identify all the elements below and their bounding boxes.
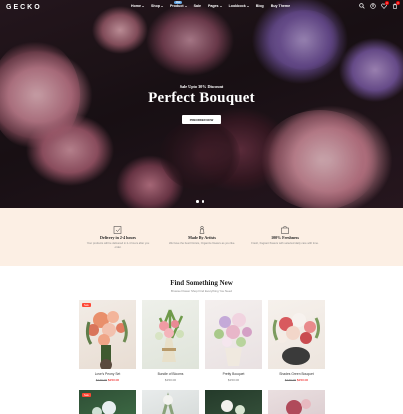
product-price: $170.00 $150.00 xyxy=(268,378,325,382)
heart-icon[interactable]: 0 xyxy=(381,1,389,9)
feature-title: Delivery in 2-4 hours xyxy=(100,235,136,240)
nav-item-blog[interactable]: Blog xyxy=(256,4,264,8)
feature-artists: Made By Artists We have the best Florist… xyxy=(162,222,242,246)
old-price: $170.00 xyxy=(284,377,297,382)
product-image[interactable] xyxy=(142,300,199,369)
product-image[interactable] xyxy=(268,390,325,414)
bouquet-image xyxy=(155,309,184,362)
main-nav: Home Shop Hot Product Sale Pages Lookbook… xyxy=(131,1,297,8)
leaf-box-icon xyxy=(280,222,290,234)
feature-desc: We have the best Florists, Organize flow… xyxy=(168,241,236,245)
slider-dot[interactable] xyxy=(201,200,204,203)
product-image[interactable] xyxy=(205,390,262,414)
product-name[interactable]: Shades Green Bouquet xyxy=(268,372,325,376)
product-price: $150.00 xyxy=(227,377,240,382)
feature-desc: Fresh, fragrant flowers with selected da… xyxy=(251,241,319,245)
wishlist-count: 0 xyxy=(385,1,389,5)
product-card[interactable]: Shades Green Bouquet $170.00 $150.00 xyxy=(268,300,325,382)
hero-subtitle: Sale Upto 30% Discount xyxy=(179,84,224,89)
sale-price: $150.00 xyxy=(107,377,120,382)
product-card[interactable]: Sale Love's Peony Set $170.00 $150.00 xyxy=(79,300,136,382)
features-bar: Delivery in 2-4 hours Your products will… xyxy=(0,208,403,266)
bouquet-image xyxy=(214,313,252,366)
hero-title: Perfect Bouquet xyxy=(148,90,255,106)
product-image[interactable]: Sale xyxy=(79,300,136,369)
product-price: $150.00 xyxy=(164,377,177,382)
product-card[interactable]: Bundle of Blooms $150.00 xyxy=(142,300,199,382)
product-price: $170.00 $150.00 xyxy=(79,378,136,382)
section-title: Find Something New xyxy=(170,279,233,287)
search-icon[interactable] xyxy=(359,3,365,9)
hero-slider: GECKO Home Shop Hot Product Sale Pages Lo… xyxy=(0,0,403,208)
section-subtitle: Browse Flower Shop Find Everything You N… xyxy=(171,289,232,293)
feature-title: Made By Artists xyxy=(188,235,216,240)
header-icons: 0 0 xyxy=(359,1,400,9)
sale-badge: Sale xyxy=(82,303,91,307)
chevron-down-icon xyxy=(219,5,222,7)
nav-item-home[interactable]: Home xyxy=(131,4,144,8)
nav-item-product[interactable]: Hot Product xyxy=(170,1,187,8)
feature-freshness: 100% Freshness Fresh, fragrant flowers w… xyxy=(245,222,325,246)
bouquet-image xyxy=(221,400,245,414)
sale-price: $150.00 xyxy=(296,377,309,382)
product-name[interactable]: Bundle of Blooms xyxy=(142,372,199,376)
product-image[interactable] xyxy=(142,390,199,414)
product-image[interactable]: Sale xyxy=(79,390,136,414)
sale-badge: Sale xyxy=(82,393,91,397)
nav-item-sale[interactable]: Sale xyxy=(194,4,201,8)
cart-count: 0 xyxy=(396,1,400,5)
nav-item-lookbook[interactable]: Lookbook xyxy=(229,4,249,8)
nav-item-shop[interactable]: Shop xyxy=(151,4,163,8)
chevron-down-icon xyxy=(160,5,163,7)
feature-delivery: Delivery in 2-4 hours Your products will… xyxy=(78,222,158,250)
chevron-down-icon xyxy=(184,5,187,7)
product-card[interactable]: Pretty Bouquet $150.00 xyxy=(205,300,262,382)
feature-desc: Your products will be delivered in 2-4 h… xyxy=(86,241,150,249)
slider-dots xyxy=(196,200,204,203)
hot-badge: Hot xyxy=(173,1,183,4)
product-name[interactable]: Love's Peony Set xyxy=(79,372,136,376)
nav-item-buy-theme[interactable]: Buy Theme xyxy=(271,4,290,8)
bouquet-image xyxy=(272,313,320,365)
feature-title: 100% Freshness xyxy=(271,235,299,240)
slider-dot[interactable] xyxy=(196,200,199,203)
product-image[interactable] xyxy=(268,300,325,369)
old-price: $170.00 xyxy=(95,377,108,382)
delivery-icon xyxy=(113,222,123,234)
bouquet-image xyxy=(85,311,128,369)
chevron-down-icon xyxy=(142,5,144,7)
bouquet-image xyxy=(162,392,174,414)
product-name[interactable]: Pretty Bouquet xyxy=(205,372,262,376)
vase-icon xyxy=(197,222,207,234)
product-image[interactable] xyxy=(205,300,262,369)
page: GECKO Home Shop Hot Product Sale Pages Lo… xyxy=(0,0,403,414)
cart-icon[interactable]: 0 xyxy=(392,1,400,9)
logo[interactable]: GECKO xyxy=(6,4,66,11)
preorder-button[interactable]: PREORDER NOW xyxy=(182,115,221,124)
user-icon[interactable] xyxy=(370,3,376,9)
chevron-down-icon xyxy=(246,5,249,7)
bouquet-image xyxy=(286,399,311,414)
nav-item-pages[interactable]: Pages xyxy=(208,4,222,8)
